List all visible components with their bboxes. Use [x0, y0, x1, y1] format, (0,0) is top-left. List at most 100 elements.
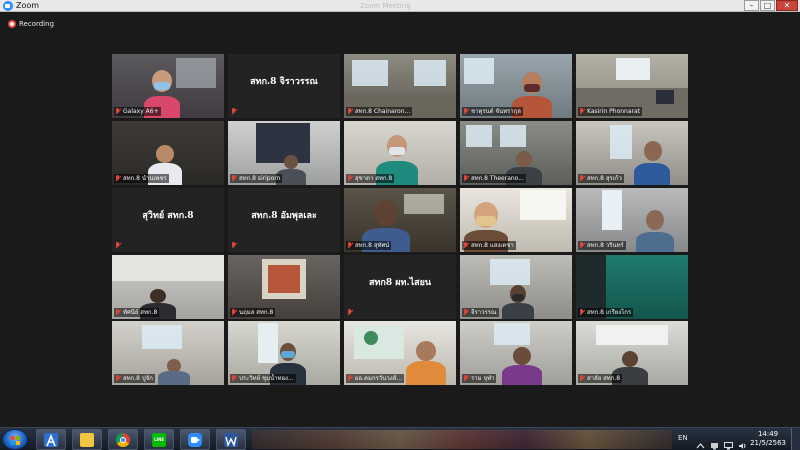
- participant-name-bar: Galaxy A6+: [114, 107, 161, 116]
- participant-tile[interactable]: ราม จุฬา: [460, 321, 572, 385]
- taskbar-word[interactable]: [216, 429, 246, 450]
- participant-name-bar: ทัศนีย์ สทก.8: [114, 308, 160, 317]
- taskbar-line[interactable]: LINE: [144, 429, 174, 450]
- participant-name-bar: สทก.8 แสงเดชา: [462, 241, 516, 250]
- participant-tile-active-speaker[interactable]: สทก.8 สุทัศน์: [344, 188, 456, 252]
- muted-mic-icon: [115, 175, 121, 182]
- participant-name: สทก.8 จิราวรรณ: [250, 77, 318, 87]
- participant-name: นฤมล สทก.8: [239, 309, 274, 316]
- recording-indicator[interactable]: Recording: [8, 19, 54, 29]
- participant-name: ประวิทย์ ชุมน้ำทอง...: [239, 375, 294, 382]
- participant-name: ชาตุรนต์ จันทรากุล: [471, 108, 521, 115]
- taskbar-zoom[interactable]: [180, 429, 210, 450]
- participant-name-bar: สทก.8 นำนเพชร: [114, 174, 169, 183]
- participant-tile[interactable]: ทัศนีย์ สทก.8: [112, 255, 224, 319]
- recording-label: Recording: [19, 20, 55, 28]
- participant-name: Galaxy A6+: [123, 108, 159, 115]
- action-center-icon[interactable]: [710, 435, 719, 450]
- windows-taskbar: LINE EN 14:49 21/5/2563: [0, 427, 800, 450]
- participant-name-bar: ผอ.คมกรวันวงส์...: [346, 374, 405, 383]
- participant-name: สทก.8 อัมพุลเละ: [251, 211, 317, 221]
- taskbar-chrome[interactable]: [108, 429, 138, 450]
- participant-name: สทก.8 Theerano...: [471, 175, 524, 182]
- participant-name-bar: สาลัย สทก.8: [578, 374, 623, 383]
- taskbar-clock[interactable]: 14:49 21/5/2563: [750, 430, 786, 448]
- muted-mic-icon: [115, 309, 121, 316]
- participant-name-bar: สทก.8 สุรเก้ว: [578, 174, 624, 183]
- muted-mic-icon: [231, 175, 237, 182]
- clock-time: 14:49: [757, 430, 779, 438]
- participant-tile[interactable]: สทก.8 วรินทร์: [576, 188, 688, 252]
- participant-tile[interactable]: จีราวรรณ: [460, 255, 572, 319]
- zoom-icon: [188, 432, 202, 447]
- participant-tile[interactable]: ชาตุรนต์ จันทรากุล: [460, 54, 572, 118]
- muted-mic-icon: [231, 108, 237, 115]
- participant-tile[interactable]: สุวิทย์ สทก.8: [112, 188, 224, 252]
- participant-tile[interactable]: Galaxy A6+: [112, 54, 224, 118]
- participant-tile[interactable]: สทก.8 สุรเก้ว: [576, 121, 688, 185]
- participant-name-bar: Kasirin Phonnarat: [578, 107, 643, 116]
- taskbar-app-blue[interactable]: [36, 429, 66, 450]
- muted-mic-icon: [579, 375, 585, 382]
- participant-tile[interactable]: สทก.8 อัมพุลเละ: [228, 188, 340, 252]
- participant-tile[interactable]: สทก8 ผท.ไสยน: [344, 255, 456, 319]
- window-title: Zoom: [16, 1, 40, 10]
- participant-tile[interactable]: ผอ.คมกรวันวงส์...: [344, 321, 456, 385]
- window-controls: – □ ✕: [744, 0, 798, 12]
- muted-mic-icon: [463, 108, 469, 115]
- language-indicator[interactable]: EN: [678, 434, 688, 442]
- start-button[interactable]: [2, 429, 28, 450]
- network-icon[interactable]: [724, 435, 733, 450]
- participant-tile[interactable]: สทก.8 siriporn: [228, 121, 340, 185]
- participant-tile[interactable]: สาลัย สทก.8: [576, 321, 688, 385]
- participant-tile[interactable]: สทก.8 จิราวรรณ: [228, 54, 340, 118]
- muted-mic-icon: [579, 242, 585, 249]
- muted-mic-icon: [463, 175, 469, 182]
- maximize-button[interactable]: □: [760, 0, 775, 11]
- muted-mic-icon: [115, 242, 121, 249]
- participant-name: จีราวรรณ: [471, 309, 497, 316]
- participant-tile[interactable]: สทก.8 นำนเพชร: [112, 121, 224, 185]
- participant-tile[interactable]: สทก.8 แสงเดชา: [460, 188, 572, 252]
- taskbar-wallpaper-strip: [252, 430, 672, 449]
- participant-tile[interactable]: ประวิทย์ ชุมน้ำทอง...: [228, 321, 340, 385]
- zoom-app-icon: [3, 1, 13, 11]
- close-button[interactable]: ✕: [776, 0, 798, 11]
- title-bar[interactable]: Zoom Zoom Meeting – □ ✕: [0, 0, 800, 12]
- muted-mic-icon: [231, 309, 237, 316]
- participant-tile[interactable]: สทก.8 ปูจัก: [112, 321, 224, 385]
- clock-date: 21/5/2563: [750, 439, 786, 447]
- participant-name: สุชาดา สทก.8: [355, 175, 393, 182]
- taskbar-file-explorer[interactable]: [72, 429, 102, 450]
- minimize-button[interactable]: –: [744, 0, 759, 11]
- volume-icon[interactable]: [738, 435, 747, 449]
- muted-mic-icon: [463, 242, 469, 249]
- participant-name: สาลัย สทก.8: [587, 375, 621, 382]
- participant-name: สทก.8 สุทัศน์: [355, 242, 390, 249]
- participant-tile[interactable]: สทก.8 Chainaron...: [344, 54, 456, 118]
- zoom-window: Zoom Zoom Meeting – □ ✕ Recording Galaxy…: [0, 0, 800, 450]
- show-hidden-icons-icon[interactable]: [696, 435, 705, 449]
- chrome-icon: [116, 432, 130, 447]
- participant-name: ราม จุฬา: [471, 375, 495, 382]
- participant-tile[interactable]: สทก.8 Theerano...: [460, 121, 572, 185]
- participant-name-bar: สทก.8 Chainaron...: [346, 107, 413, 116]
- show-desktop-button[interactable]: [791, 428, 800, 450]
- muted-mic-icon: [579, 309, 585, 316]
- participant-tile[interactable]: Kasirin Phonnarat: [576, 54, 688, 118]
- recording-icon: [8, 20, 16, 28]
- participant-tile[interactable]: สทก.8 เกรียงไกร: [576, 255, 688, 319]
- participant-name-bar: สทก.8 Theerano...: [462, 174, 526, 183]
- participant-tile[interactable]: สุชาดา สทก.8: [344, 121, 456, 185]
- participant-name: สทก8 ผท.ไสยน: [368, 278, 432, 288]
- participant-name-bar: ประวิทย์ ชุมน้ำทอง...: [230, 374, 296, 383]
- participant-name-bar: สุชาดา สทก.8: [346, 174, 395, 183]
- participant-name: ผอ.คมกรวันวงส์...: [355, 375, 403, 382]
- participant-tile[interactable]: นฤมล สทก.8: [228, 255, 340, 319]
- participant-name: สทก.8 วรินทร์: [587, 242, 624, 249]
- participant-name-bar: สทก.8 siriporn: [230, 174, 283, 183]
- participant-name: สทก.8 เกรียงไกร: [587, 309, 632, 316]
- muted-mic-icon: [347, 108, 353, 115]
- muted-mic-icon: [579, 108, 585, 115]
- participant-name: สุวิทย์ สทก.8: [142, 211, 194, 221]
